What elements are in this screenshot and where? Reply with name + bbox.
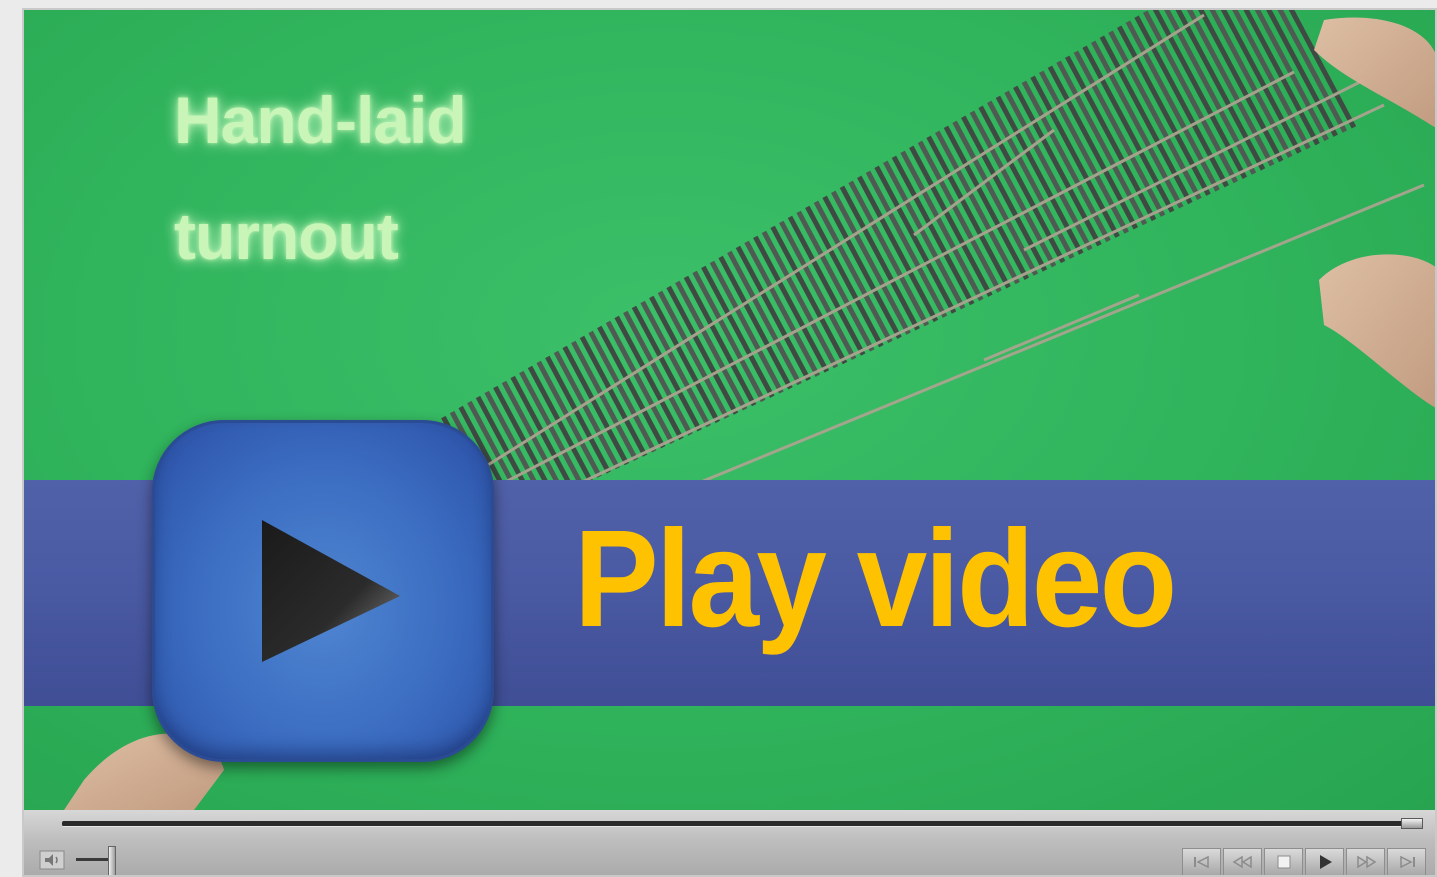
stop-button[interactable] [1264, 848, 1303, 875]
stop-icon [1277, 855, 1290, 869]
play-icon [262, 520, 400, 662]
video-title-line-1: Hand-laid [174, 83, 467, 157]
railroad-tie [1013, 85, 1102, 247]
skip-forward-button[interactable] [1387, 848, 1426, 875]
volume-button[interactable] [34, 846, 70, 874]
rewind-button[interactable] [1223, 848, 1262, 875]
skip-back-icon [1193, 855, 1209, 869]
play-control-button[interactable] [1305, 848, 1344, 875]
fast-forward-button[interactable] [1346, 848, 1385, 875]
volume-thumb[interactable] [108, 846, 116, 875]
transport-controls [1182, 848, 1426, 875]
play-icon [1319, 855, 1332, 869]
video-poster[interactable]: Hand-laid turnout Play video [24, 10, 1435, 810]
railroad-tie [796, 210, 875, 352]
seek-bar[interactable] [62, 821, 1412, 827]
video-title-line-2: turnout [174, 199, 399, 273]
fast-forward-icon [1356, 855, 1376, 869]
skip-back-button[interactable] [1182, 848, 1221, 875]
play-button[interactable] [152, 420, 494, 762]
play-video-label[interactable]: Play video [574, 510, 1177, 648]
rewind-icon [1232, 855, 1252, 869]
seek-thumb[interactable] [1401, 818, 1423, 829]
railroad-tie [1004, 90, 1093, 251]
speaker-icon [39, 850, 65, 870]
video-player: Hand-laid turnout Play video [22, 8, 1437, 877]
skip-forward-icon [1399, 855, 1415, 869]
player-controls [24, 810, 1435, 875]
